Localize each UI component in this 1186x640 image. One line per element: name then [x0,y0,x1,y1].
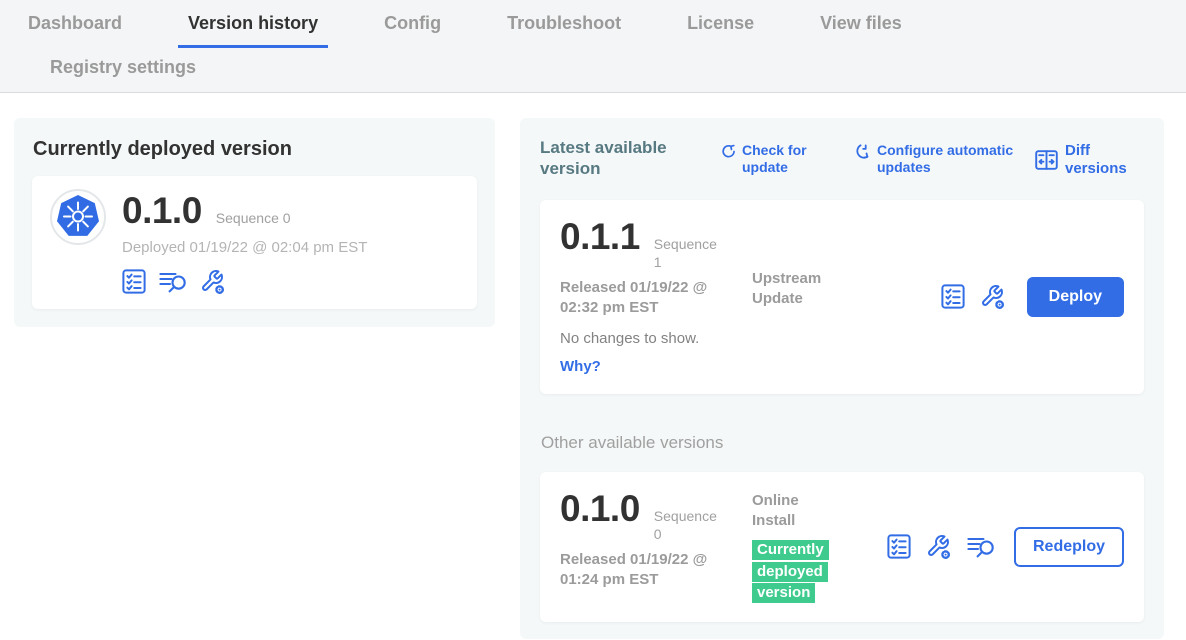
edit-config-wrench-icon[interactable] [980,284,1006,310]
preflight-checklist-icon[interactable] [941,284,965,309]
sequence-label: Sequence 1 [654,236,718,271]
latest-card-actions: Deploy [941,277,1124,317]
check-update-refresh-icon [720,142,737,160]
top-navigation: Dashboard Version history Config Trouble… [0,0,1186,93]
version-number: 0.1.0 [122,191,202,232]
redeploy-button[interactable]: Redeploy [1014,527,1124,567]
deployed-card-actions [122,269,367,295]
currently-deployed-badge: Currently deployed version [752,540,829,603]
version-row: 0.1.0 Sequence 0 [122,191,367,232]
kots-admin-console: Dashboard Version history Config Trouble… [0,0,1186,640]
edit-config-wrench-icon[interactable] [926,534,952,560]
tab-version-history[interactable]: Version history [178,13,328,48]
preflight-checklist-icon[interactable] [887,534,911,559]
changes-note: No changes to show. [560,330,752,347]
deploy-button[interactable]: Deploy [1027,277,1124,317]
version-row: 0.1.0 Sequence 0 [560,489,752,543]
deployed-version-card: 0.1.0 Sequence 0 Deployed 01/19/22 @ 02:… [32,176,477,309]
latest-version-card: 0.1.1 Sequence 1 Released 01/19/22 @ 02:… [540,200,1144,394]
configure-automatic-updates-label: Configure automatic updates [877,142,1035,175]
tab-config[interactable]: Config [374,13,451,48]
deployed-timestamp: Deployed 01/19/22 @ 02:04 pm EST [122,239,367,256]
version-source-column: Online Install Currently deployed versio… [752,489,860,604]
why-link[interactable]: Why? [560,358,601,375]
check-for-update-label: Check for update [742,142,826,175]
released-timestamp: Released 01/19/22 @ 02:32 pm EST [560,278,728,317]
version-row: 0.1.1 Sequence 1 [560,217,752,271]
latest-version-details: 0.1.1 Sequence 1 Released 01/19/22 @ 02:… [560,217,752,376]
version-actions: Check for update Configure automatic upd… [720,142,1144,177]
deployed-version-details: 0.1.0 Sequence 0 Deployed 01/19/22 @ 02:… [122,189,367,295]
sequence-label: Sequence 0 [216,210,291,228]
check-for-update-link[interactable]: Check for update [720,142,826,175]
currently-deployed-panel: Currently deployed version 0.1.0 Sequenc… [14,118,495,327]
latest-available-panel: Latest available version Check for updat… [520,118,1164,639]
version-number: 0.1.1 [560,217,640,258]
tab-troubleshoot[interactable]: Troubleshoot [497,13,631,48]
other-version-details: 0.1.0 Sequence 0 Released 01/19/22 @ 01:… [560,489,752,604]
version-source: Upstream Update [752,269,842,308]
tab-dashboard[interactable]: Dashboard [18,13,132,48]
version-source-column: Upstream Update [752,217,860,376]
other-card-actions: Redeploy [887,527,1124,567]
currently-deployed-title: Currently deployed version [33,138,477,161]
diff-versions-icon [1035,150,1058,170]
diff-versions-label: Diff versions [1065,142,1144,177]
diff-versions-link[interactable]: Diff versions [1035,142,1144,177]
preflight-checklist-icon[interactable] [122,269,146,294]
primary-tabs: Dashboard Version history Config Trouble… [0,13,1186,48]
other-available-versions-title: Other available versions [541,433,1144,453]
released-timestamp: Released 01/19/22 @ 01:24 pm EST [560,550,728,589]
tab-view-files[interactable]: View files [810,13,912,48]
configure-automatic-updates-link[interactable]: Configure automatic updates [854,142,1035,175]
secondary-tabs: Registry settings [0,48,1186,92]
main-content: Currently deployed version 0.1.0 Sequenc… [0,93,1186,639]
version-number: 0.1.0 [560,489,640,530]
automatic-updates-schedule-icon [854,142,872,161]
latest-available-title: Latest available version [540,138,692,179]
version-source: Online Install [752,489,842,530]
tab-registry-settings[interactable]: Registry settings [40,57,206,78]
edit-config-wrench-icon[interactable] [200,269,226,295]
currently-deployed-badge-wrap: Currently deployed version [752,539,838,604]
sequence-label: Sequence 0 [654,508,718,543]
deploy-logs-icon[interactable] [159,270,187,294]
other-version-card: 0.1.0 Sequence 0 Released 01/19/22 @ 01:… [540,472,1144,622]
tab-license[interactable]: License [677,13,764,48]
latest-available-header: Latest available version Check for updat… [540,138,1144,179]
kubernetes-logo-icon [50,189,106,245]
deploy-logs-icon[interactable] [967,535,995,559]
